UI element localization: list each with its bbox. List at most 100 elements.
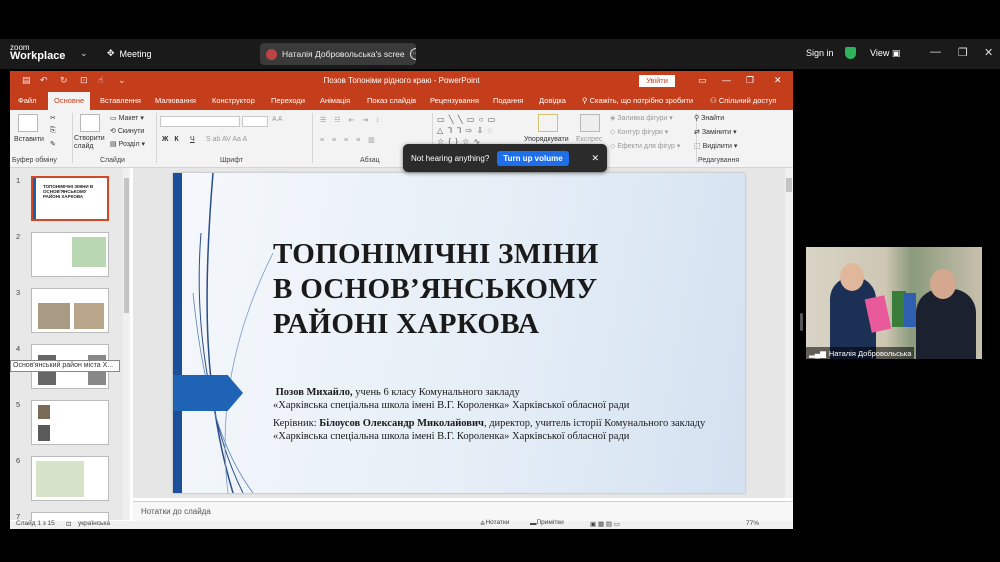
panel-resize-handle[interactable] xyxy=(800,313,803,331)
effects-icon: ◇ xyxy=(610,143,616,150)
ribbon-tabs: Файл Основне Вставлення Малювання Констр… xyxy=(10,91,793,110)
language-indicator[interactable]: українська xyxy=(78,520,110,527)
normal-view-icon[interactable]: ▣ ▦ ▤ ▭ xyxy=(590,520,620,528)
notes-pane[interactable]: Нотатки до слайда xyxy=(133,501,793,521)
layout-button[interactable]: ▭ Макет ▾ xyxy=(110,114,144,122)
select-button[interactable]: ⬚ Виділити ▾ xyxy=(694,142,737,150)
current-slide[interactable]: ТОПОНІМІЧНІ ЗМІНИ В ОСНОВ’ЯНСЬКОМУ РАЙОН… xyxy=(173,173,745,493)
strike-icon[interactable]: S ab AV Aa A xyxy=(206,136,247,143)
slide-thumbnail-3[interactable] xyxy=(31,288,109,333)
font-grow-icon[interactable]: A A xyxy=(272,116,283,123)
font-name-input[interactable] xyxy=(160,116,240,127)
paw-icon: ✥ xyxy=(107,48,115,58)
slides-group-label: Слайди xyxy=(100,157,125,164)
thumbnails-scrollbar[interactable] xyxy=(123,168,130,520)
quick-styles-button[interactable]: Експрес xyxy=(576,136,602,143)
slide-thumbnail-1[interactable]: ТОПОНІМІЧНІ ЗМІНИ В ОСНОВ'ЯНСЬКОМУ РАЙОН… xyxy=(31,176,109,221)
quick-styles-icon[interactable] xyxy=(580,114,600,132)
shield-icon[interactable] xyxy=(845,47,856,59)
underline-icon[interactable]: Ч xyxy=(190,136,195,143)
canvas-scrollbar[interactable] xyxy=(785,168,793,498)
lightbulb-icon: ⚲ xyxy=(582,96,588,105)
zoom-level[interactable]: 77% xyxy=(746,520,759,527)
spellcheck-icon[interactable]: ⊡ xyxy=(66,520,71,528)
reset-icon: ⟲ xyxy=(110,128,116,135)
arrange-button[interactable]: Упорядкувати xyxy=(524,136,569,143)
minimize-icon[interactable]: — xyxy=(722,75,731,85)
copy-icon[interactable]: ⎘ xyxy=(50,127,56,135)
cut-icon[interactable]: ✂ xyxy=(50,114,56,122)
tab-draw[interactable]: Малювання xyxy=(155,96,196,105)
title-bar: ▤ ↶ ↻ ⊡ ☝ ⌄ Позов Топоніми рідного краю … xyxy=(10,71,793,91)
format-painter-icon[interactable]: ✎ xyxy=(50,140,56,148)
audio-notification: Not hearing anything? Turn up volume ✕ xyxy=(403,144,607,172)
tab-insert[interactable]: Вставлення xyxy=(100,96,141,105)
section-button[interactable]: ▤ Розділ ▾ xyxy=(110,140,145,148)
chevron-down-icon[interactable]: ⌄ xyxy=(80,48,88,59)
view-button[interactable]: View ▣ xyxy=(870,48,900,59)
slide-thumbnail-5[interactable] xyxy=(31,400,109,445)
slide-body: Позов Михайло, учень 6 класу Комунальног… xyxy=(273,387,706,442)
tab-home[interactable]: Основне xyxy=(48,92,91,110)
status-bar: Слайд 1 з 15 ⊡ українська ≙ Нотатки ▬ Пр… xyxy=(10,519,793,529)
screen-share-pill[interactable]: Наталія Добровольська's scree ··· xyxy=(260,43,416,65)
close-icon[interactable]: ✕ xyxy=(774,75,782,86)
shapes-gallery[interactable]: ▭ ╲ ╲ ▭ ○ ▭ △ ᒣ ᒣ ⇨ ⇩ ◌ ☆ { } ☆ ∿ xyxy=(437,114,517,148)
bullets-icon[interactable]: ☰ ☷ ⇤ ⇥ ↕ xyxy=(320,116,383,124)
minimize-icon[interactable]: — xyxy=(930,46,941,58)
new-slide-icon[interactable] xyxy=(80,114,100,132)
tab-help[interactable]: Довідка xyxy=(539,96,566,105)
participant-video[interactable]: ▂▄▆ Наталія Добровольська xyxy=(806,247,982,359)
close-icon[interactable]: ✕ xyxy=(984,46,993,59)
person-icon: ⚇ xyxy=(710,96,717,105)
login-button[interactable]: Увійти xyxy=(639,75,675,87)
tooltip: Основ'янський район міста Х... xyxy=(10,360,120,372)
participant-name-label: ▂▄▆ Наталія Добровольська xyxy=(806,347,914,359)
find-button[interactable]: ⚲ Знайти xyxy=(694,114,724,122)
close-icon[interactable]: ✕ xyxy=(591,153,599,164)
sign-in-button[interactable]: Sign in xyxy=(806,48,834,58)
zoom-toolbar: zoom Workplace ⌄ ✥ Meeting Наталія Добро… xyxy=(0,39,1000,69)
bold-icon[interactable]: ЖК xyxy=(162,136,185,143)
meeting-button[interactable]: ✥ Meeting xyxy=(107,48,152,59)
share-button[interactable]: ⚇ Спільний доступ xyxy=(710,96,777,105)
fill-icon: ◈ xyxy=(610,115,616,122)
shape-effects-button[interactable]: ◇ Ефекти для фігур ▾ xyxy=(610,142,680,150)
screen: zoom Workplace ⌄ ✥ Meeting Наталія Добро… xyxy=(0,0,1000,562)
signal-icon: ▂▄▆ xyxy=(809,348,826,358)
reset-button[interactable]: ⟲ Скинути xyxy=(110,127,144,135)
font-size-input[interactable] xyxy=(242,116,268,127)
ribbon: Вставити ✂ ⎘ ✎ Буфер обміну Створити сла… xyxy=(10,110,793,168)
paste-button[interactable]: Вставити xyxy=(14,136,44,143)
paste-icon[interactable] xyxy=(18,114,38,132)
arrange-icon[interactable] xyxy=(538,114,558,132)
align-icon[interactable]: ≡ ≡ ≡ ≡ ▥ xyxy=(320,136,378,144)
tab-transitions[interactable]: Переходи xyxy=(271,96,305,105)
editing-group-label: Редагування xyxy=(698,157,740,164)
tab-design[interactable]: Конструктор xyxy=(212,96,255,105)
comments-toggle[interactable]: ▬ Примітки xyxy=(530,519,564,527)
tab-animations[interactable]: Анімація xyxy=(320,96,350,105)
layout-icon: ▭ xyxy=(110,115,117,122)
replace-button[interactable]: ⇄ Замінити ▾ xyxy=(694,128,737,136)
tab-review[interactable]: Рецензування xyxy=(430,96,479,105)
slide-thumbnails-pane: 1 ТОПОНІМІЧНІ ЗМІНИ В ОСНОВ'ЯНСЬКОМУ РАЙ… xyxy=(10,168,130,529)
ribbon-display-icon[interactable]: ▭ xyxy=(698,75,707,86)
paragraph-group-label: Абзац xyxy=(360,157,380,164)
tab-slideshow[interactable]: Показ слайдів xyxy=(367,96,416,105)
select-icon: ⬚ xyxy=(694,143,701,150)
more-icon[interactable]: ··· xyxy=(409,48,416,60)
new-slide-button[interactable]: Створити слайд xyxy=(74,135,108,151)
shape-outline-button[interactable]: ◇ Контур фігури ▾ xyxy=(610,128,668,136)
slide-thumbnail-6[interactable] xyxy=(31,456,109,501)
window-title: Позов Топоніми рідного краю - PowerPoint xyxy=(323,76,480,85)
tell-me-search[interactable]: ⚲ Скажіть, що потрібно зробити xyxy=(582,96,693,105)
notes-toggle[interactable]: ≙ Нотатки xyxy=(480,519,509,528)
tab-view[interactable]: Подання xyxy=(493,96,523,105)
restore-icon[interactable]: ❐ xyxy=(958,46,968,59)
slide-thumbnail-2[interactable] xyxy=(31,232,109,277)
restore-icon[interactable]: ❐ xyxy=(746,75,754,86)
shape-fill-button[interactable]: ◈ Заливка фігури ▾ xyxy=(610,114,673,122)
tab-file[interactable]: Файл xyxy=(18,96,36,105)
turn-up-volume-button[interactable]: Turn up volume xyxy=(497,150,569,166)
